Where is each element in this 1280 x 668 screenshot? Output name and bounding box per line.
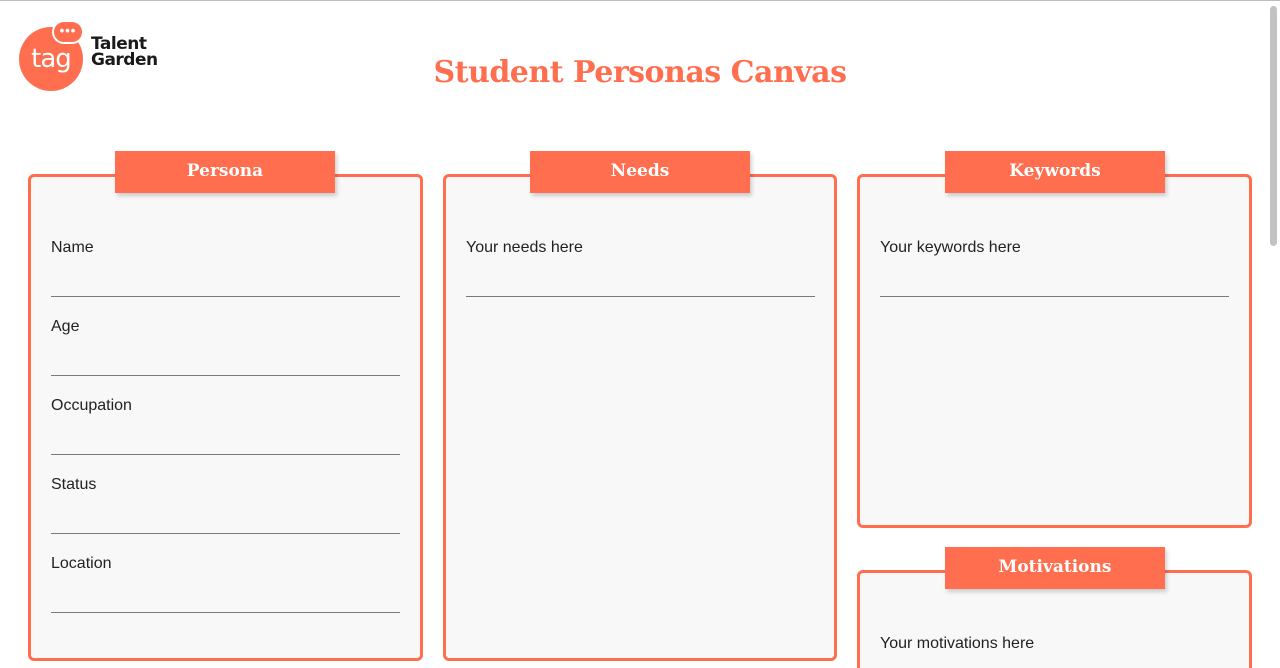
page-title: Student Personas Canvas [433, 55, 847, 90]
keywords-placeholder: Your keywords here [880, 239, 1021, 256]
persona-panel: Name Age Occupation Status Location [28, 174, 423, 661]
occupation-field[interactable]: Occupation [51, 397, 400, 457]
needs-panel: Your needs here [443, 174, 837, 661]
occupation-input-line[interactable] [51, 454, 400, 455]
keywords-tab: Keywords [945, 151, 1165, 193]
status-input-line[interactable] [51, 533, 400, 534]
occupation-label: Occupation [51, 397, 132, 414]
age-field[interactable]: Age [51, 318, 400, 378]
status-field[interactable]: Status [51, 476, 400, 536]
name-label: Name [51, 239, 94, 256]
motivations-placeholder: Your motivations here [880, 635, 1035, 652]
name-field[interactable]: Name [51, 239, 400, 299]
keywords-field[interactable]: Your keywords here [880, 239, 1229, 299]
location-input-line[interactable] [51, 612, 400, 613]
status-label: Status [51, 476, 97, 493]
location-field[interactable]: Location [51, 555, 400, 615]
age-input-line[interactable] [51, 375, 400, 376]
speech-bubble-dots: ••• [59, 23, 77, 38]
needs-tab: Needs [530, 151, 750, 193]
name-input-line[interactable] [51, 296, 400, 297]
needs-field[interactable]: Your needs here [466, 239, 815, 299]
needs-input-line[interactable] [466, 296, 815, 297]
needs-placeholder: Your needs here [466, 239, 583, 256]
persona-tab: Persona [115, 151, 335, 193]
age-label: Age [51, 318, 80, 335]
keywords-input-line[interactable] [880, 296, 1229, 297]
location-label: Location [51, 555, 112, 572]
keywords-panel: Your keywords here [857, 174, 1252, 528]
top-border [0, 0, 1280, 1]
motivations-tab: Motivations [945, 547, 1165, 589]
page-scrollbar[interactable] [1270, 6, 1277, 246]
motivations-field[interactable]: Your motivations here [880, 635, 1229, 668]
